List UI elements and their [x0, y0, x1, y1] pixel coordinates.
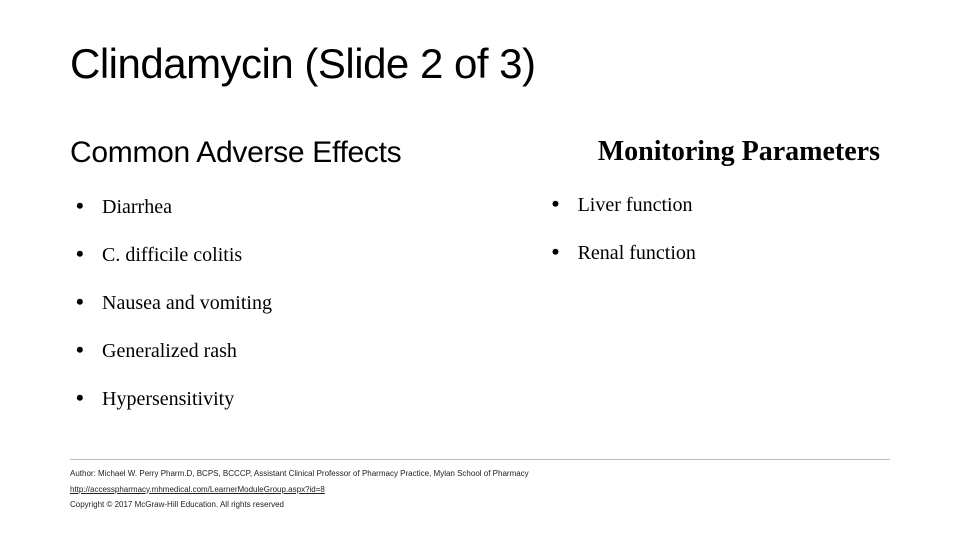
- footer-author: Author: Michael W. Perry Pharm.D, BCPS, …: [70, 466, 890, 481]
- slide: Clindamycin (Slide 2 of 3) Common Advers…: [0, 0, 960, 540]
- footer-link[interactable]: http://accesspharmacy.mhmedical.com/Lear…: [70, 482, 890, 497]
- content-columns: Common Adverse Effects Diarrhea C. diffi…: [70, 136, 890, 434]
- left-heading: Common Adverse Effects: [70, 136, 546, 170]
- list-item: Hypersensitivity: [76, 386, 546, 412]
- adverse-effects-list: Diarrhea C. difficile colitis Nausea and…: [70, 194, 546, 412]
- list-item: Renal function: [552, 240, 890, 266]
- right-heading: Monitoring Parameters: [546, 136, 890, 168]
- list-item: C. difficile colitis: [76, 242, 546, 268]
- footer: Author: Michael W. Perry Pharm.D, BCPS, …: [70, 459, 890, 512]
- right-column: Monitoring Parameters Liver function Ren…: [546, 136, 890, 288]
- list-item: Liver function: [552, 192, 890, 218]
- list-item: Generalized rash: [76, 338, 546, 364]
- list-item: Nausea and vomiting: [76, 290, 546, 316]
- slide-title: Clindamycin (Slide 2 of 3): [70, 40, 890, 88]
- list-item: Diarrhea: [76, 194, 546, 220]
- left-column: Common Adverse Effects Diarrhea C. diffi…: [70, 136, 546, 434]
- footer-copyright: Copyright © 2017 McGraw-Hill Education. …: [70, 497, 890, 512]
- monitoring-list: Liver function Renal function: [546, 192, 890, 266]
